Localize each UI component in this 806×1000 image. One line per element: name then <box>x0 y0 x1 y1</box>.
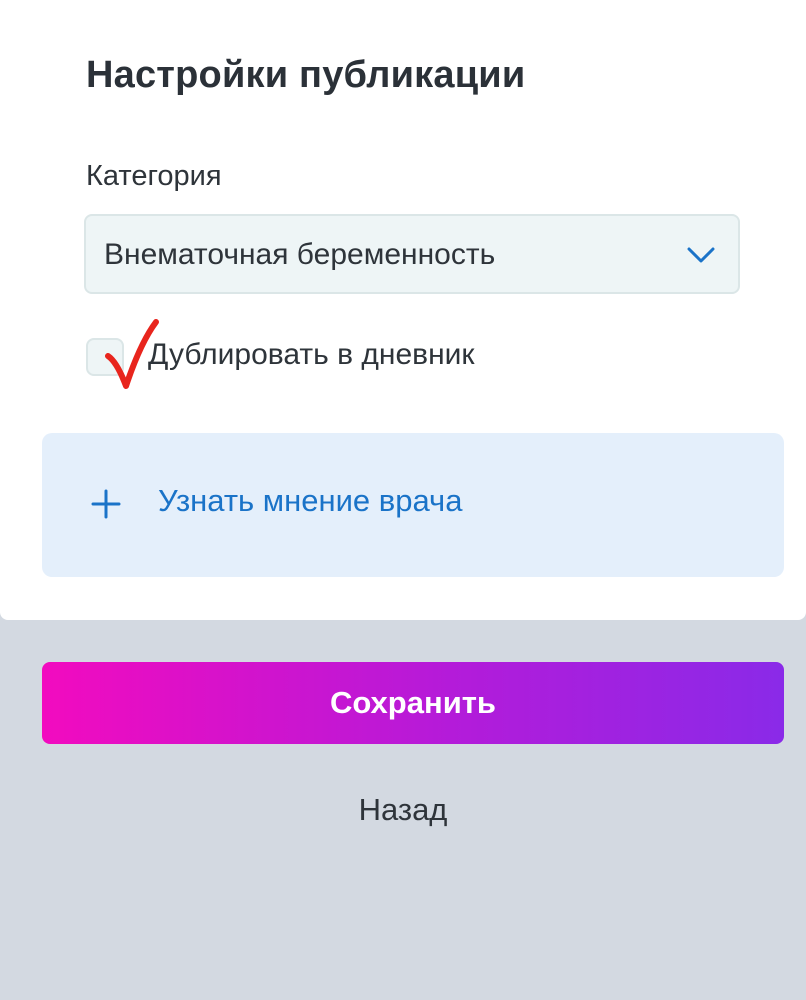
duplicate-to-diary-toggle[interactable]: Дублировать в дневник <box>84 319 584 389</box>
page-title: Настройки публикации <box>86 54 526 96</box>
category-select[interactable]: Внематочная беременность <box>84 214 740 294</box>
back-button[interactable]: Назад <box>0 792 806 828</box>
ask-doctor-button[interactable]: Узнать мнение врача <box>42 433 784 577</box>
category-label: Категория <box>86 160 222 192</box>
category-selected-value: Внематочная беременность <box>104 238 496 271</box>
save-button[interactable]: Сохранить <box>42 662 784 744</box>
chevron-down-icon <box>687 247 715 263</box>
plus-icon <box>91 489 121 519</box>
duplicate-checkbox[interactable] <box>86 338 124 376</box>
publication-settings-sheet: Настройки публикации Категория Внематочн… <box>0 0 806 620</box>
duplicate-label: Дублировать в дневник <box>148 338 475 371</box>
ask-doctor-label: Узнать мнение врача <box>158 483 463 518</box>
